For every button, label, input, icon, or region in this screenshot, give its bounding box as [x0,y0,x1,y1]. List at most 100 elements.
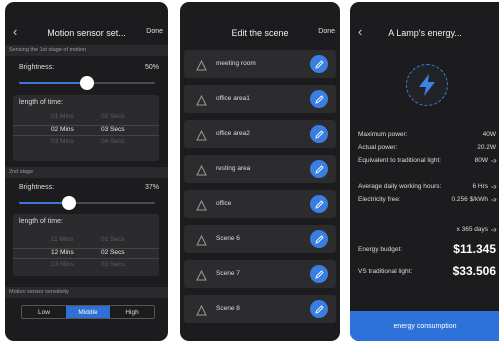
scene-item[interactable]: office area2 [184,120,336,148]
scene-label: meeting room [216,60,256,67]
sensitivity-segmented-control[interactable]: Low Middle High [21,305,155,319]
stage1-brightness-value: 50% [144,64,159,71]
nav-bar: Edit the scene Done [180,22,340,44]
scene-triangle-icon [196,233,207,251]
scene-triangle-icon [196,163,207,181]
energy-budget-value: $11.345 [453,242,496,256]
page-title: A Lamp's energy... [388,28,462,38]
edit-pencil-icon[interactable] [310,90,328,108]
stage2-brightness-slider[interactable] [19,196,155,210]
stage1-brightness-label: Brightness: [19,64,55,71]
done-button[interactable]: Done [318,28,335,35]
chevron-left-icon[interactable]: ‹ [13,24,17,39]
page-title: Motion sensor set... [47,28,126,38]
picker-row[interactable]: 11 Mins 01 Secs [13,236,159,247]
scene-item[interactable]: resting area [184,155,336,183]
stage1-time-panel: length of time: 01 Mins 02 Secs 02 Mins 03… [13,95,159,161]
scene-triangle-icon [196,93,207,111]
done-button[interactable]: Done [146,28,163,35]
scene-item[interactable]: office area1 [184,85,336,113]
electricity-fee-label: Electricity free: [358,196,401,203]
open-arrow-icon[interactable]: ➩ [491,196,497,204]
open-arrow-icon[interactable]: ➩ [491,226,497,234]
stage2-time-panel: length of time: 11 Mins 01 Secs 12 Mins 02… [13,214,159,276]
scene-triangle-icon [196,268,207,286]
scene-item[interactable]: Scene 7 [184,260,336,288]
vs-traditional-row: VS traditional light: $33.506 [358,264,499,280]
lamp-energy-screen: ‹ A Lamp's energy... Maximum power: 40W … [350,2,499,341]
actual-power-label: Actual power: [358,144,398,151]
edit-pencil-icon[interactable] [310,195,328,213]
actual-power-value: 20.2W [477,144,496,151]
scene-label: office area1 [216,95,250,102]
stage2-brightness-label: Brightness: [19,184,55,191]
edit-pencil-icon[interactable] [310,265,328,283]
nav-bar: ‹ Motion sensor set... Done [5,22,168,44]
scene-label: Scene 7 [216,270,240,277]
scene-label: office area2 [216,130,250,137]
scene-item[interactable]: office [184,190,336,218]
edit-scene-screen: Edit the scene Done meeting room office a… [180,2,340,341]
motion-sensor-screen: ‹ Motion sensor set... Done Sensing the … [5,2,168,341]
equivalent-label: Equivalent to traditional light: [358,157,442,164]
edit-pencil-icon[interactable] [310,160,328,178]
energy-budget-label: Energy budget: [358,246,403,253]
edit-pencil-icon[interactable] [310,230,328,248]
picker-row-selected[interactable]: 12 Mins 02 Secs [13,248,159,259]
stage1-length-label: length of time: [19,99,63,106]
working-hours-value: 6 Hrs [472,183,488,190]
actual-power-row: Actual power: 20.2W [358,144,499,154]
scene-item[interactable]: meeting room [184,50,336,78]
chevron-left-icon[interactable]: ‹ [358,24,362,39]
stage2-length-label: length of time: [19,218,63,225]
stage1-section-label: Sensing the 1st stage of motion [5,45,168,56]
picker-row[interactable]: 13 Mins 03 Secs [13,261,159,272]
scene-triangle-icon [196,198,207,216]
picker-row[interactable]: 01 Mins 02 Secs [13,113,159,124]
equivalent-value: 80W [474,157,488,164]
picker-row-selected[interactable]: 02 Mins 03 Secs [13,125,159,136]
stage1-brightness-slider[interactable] [19,76,155,90]
scene-triangle-icon [196,303,207,321]
stage2-section-label: 2nd stage [5,167,168,178]
scene-item[interactable]: Scene 6 [184,225,336,253]
energy-consumption-button[interactable]: energy consumption [350,311,499,341]
picker-row[interactable]: 03 Mins 04 Secs [13,138,159,149]
edit-pencil-icon[interactable] [310,125,328,143]
max-power-value: 40W [482,131,496,138]
lightning-bolt-icon [406,64,448,106]
energy-budget-row: Energy budget: $11.345 [358,242,499,258]
stage2-brightness-value: 37% [144,184,159,191]
electricity-fee-value: 0.256 $/kWh [451,196,489,203]
sensitivity-option-low[interactable]: Low [22,306,66,318]
slider-thumb[interactable] [80,76,94,90]
vs-traditional-label: VS traditional light: [358,268,413,275]
scene-label: resting area [216,165,251,172]
scene-item[interactable]: Scene 8 [184,295,336,323]
edit-pencil-icon[interactable] [310,55,328,73]
edit-pencil-icon[interactable] [310,300,328,318]
scene-label: office [216,200,232,207]
sensitivity-option-middle[interactable]: Middle [66,306,110,318]
vs-traditional-value: $33.506 [452,264,496,278]
days-value: x 365 days [456,226,488,233]
working-hours-label: Average daily working hours: [358,183,442,190]
days-row[interactable]: x 365 days ➩ [358,226,499,236]
page-title: Edit the scene [231,28,289,38]
open-arrow-icon[interactable]: ➩ [491,157,497,165]
scene-label: Scene 8 [216,305,240,312]
nav-bar: ‹ A Lamp's energy... [350,22,499,44]
slider-thumb[interactable] [62,196,77,210]
scene-triangle-icon [196,128,207,146]
open-arrow-icon[interactable]: ➩ [491,183,497,191]
equivalent-row[interactable]: Equivalent to traditional light: 80W ➩ [358,157,499,167]
max-power-row: Maximum power: 40W [358,131,499,141]
working-hours-row[interactable]: Average daily working hours: 6 Hrs ➩ [358,183,499,193]
scene-label: Scene 6 [216,235,240,242]
max-power-label: Maximum power: [358,131,408,138]
slider-fill [19,82,87,84]
sensitivity-option-high[interactable]: High [110,306,154,318]
electricity-fee-row[interactable]: Electricity free: 0.256 $/kWh ➩ [358,196,499,206]
scene-triangle-icon [196,58,207,76]
sensitivity-section-label: Motion sensor sensitivity [5,287,168,298]
